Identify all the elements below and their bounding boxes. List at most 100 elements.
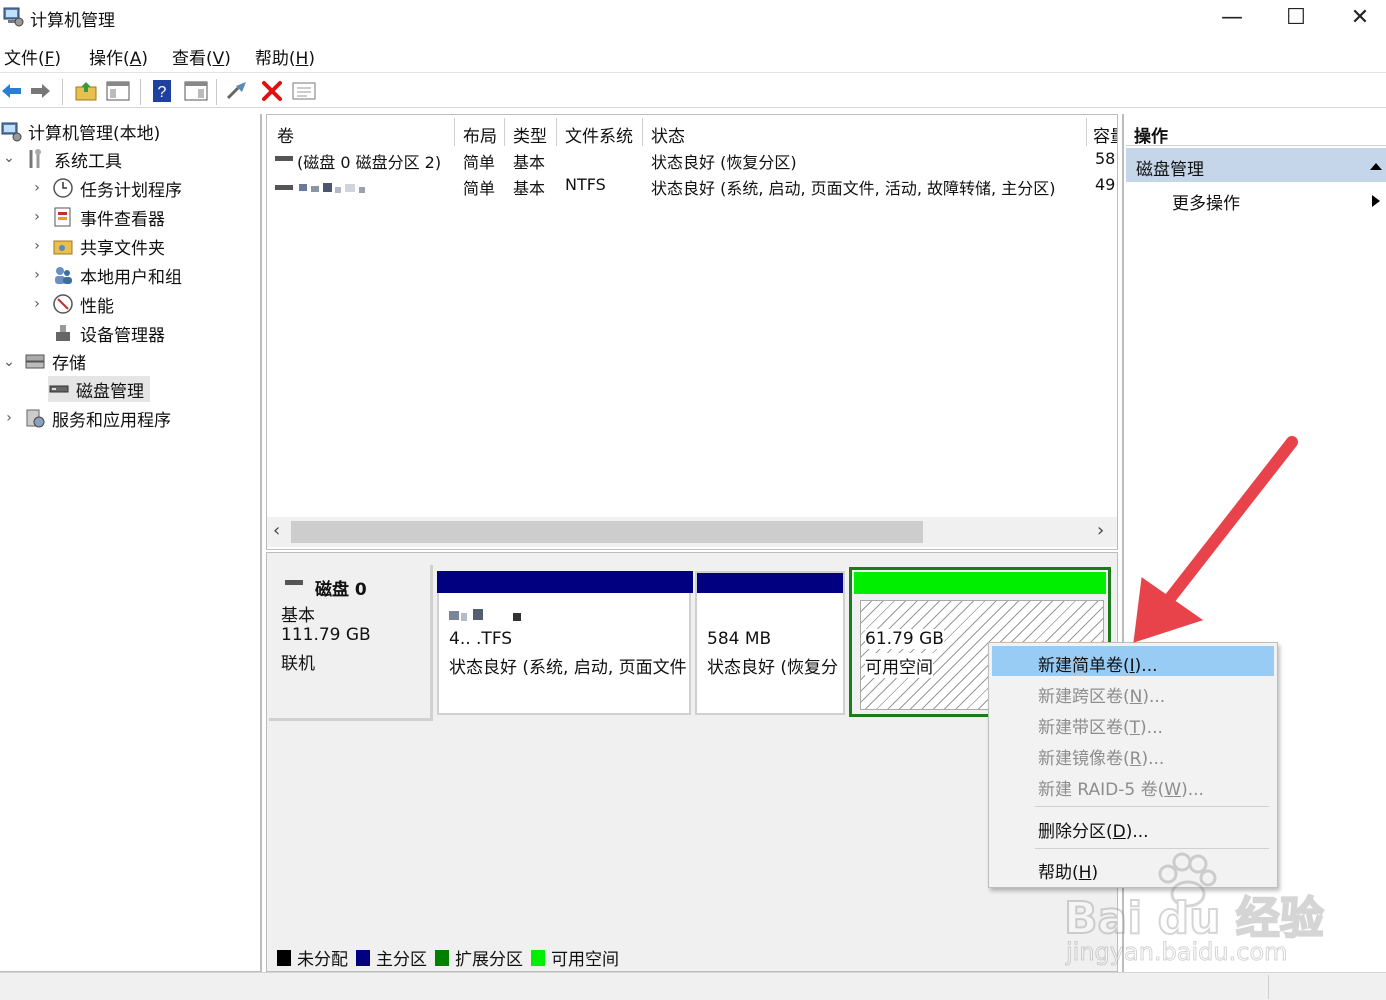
chevron-right-icon[interactable]: › (30, 238, 44, 254)
column-header-status[interactable]: 状态 (643, 118, 1087, 146)
tree-item-event-viewer[interactable]: 事件查看器 (52, 204, 165, 230)
menu-separator (1035, 848, 1269, 849)
volume-status: 状态良好 (系统, 启动, 页面文件, 活动, 故障转储, 主分区) (651, 179, 1056, 198)
tree-item-disk-management[interactable]: 磁盘管理 (48, 376, 150, 402)
tree-label: 本地用户和组 (80, 267, 182, 288)
device-manager-icon (56, 325, 70, 341)
tree-label: 设备管理器 (80, 325, 165, 346)
volume-layout: 简单 (463, 153, 496, 172)
chevron-right-icon[interactable]: › (30, 296, 44, 312)
minimize-icon: — (1221, 4, 1243, 30)
legend-swatch-primary (356, 949, 370, 966)
minimize-button[interactable]: — (1202, 0, 1262, 34)
actions-header: 操作 (1126, 118, 1386, 147)
scroll-right-icon[interactable]: › (1097, 520, 1104, 541)
horizontal-scrollbar[interactable]: ‹ › (267, 517, 1117, 547)
legend-label: 主分区 (376, 950, 427, 970)
blurred-partition-label (449, 609, 521, 621)
partition-status: 状态良好 (恢复分 (707, 658, 839, 678)
collapse-up-icon[interactable] (1370, 162, 1382, 170)
column-header-capacity[interactable]: 容量 (1087, 118, 1117, 146)
disk-icon (285, 580, 303, 585)
menu-bar: 文件(F) 操作(A) 查看(V) 帮助(H) (0, 40, 1386, 70)
shared-folder-icon (53, 240, 73, 255)
volume-status: 状态良好 (恢复分区) (651, 153, 797, 172)
close-button[interactable]: ✕ (1330, 0, 1386, 34)
menu-help[interactable]: 帮助(H) (251, 40, 327, 70)
window-title: 计算机管理 (30, 11, 115, 31)
menu-item-help[interactable]: 帮助(H) (992, 853, 1274, 883)
tree-label: 共享文件夹 (80, 238, 165, 259)
volume-layout: 简单 (463, 179, 496, 198)
volume-drive-icon (275, 156, 293, 161)
scrollbar-thumb[interactable] (291, 521, 923, 543)
tree-item-device-manager[interactable]: 设备管理器 (52, 320, 165, 346)
list-icon[interactable] (292, 79, 316, 103)
chevron-right-icon[interactable]: › (30, 267, 44, 283)
tree-label: 性能 (80, 296, 114, 317)
column-header-volume[interactable]: 卷 (269, 118, 455, 146)
menu-item-new-spanned-volume[interactable]: 新建跨区卷(N)... (992, 677, 1274, 707)
chevron-down-icon[interactable]: ⌄ (2, 150, 16, 166)
connect-icon[interactable] (226, 79, 250, 103)
volume-capacity: 49 (1095, 175, 1116, 194)
chevron-right-icon[interactable]: › (30, 209, 44, 225)
chevron-down-icon[interactable]: ⌄ (2, 354, 16, 370)
menu-item-new-mirrored-volume[interactable]: 新建镜像卷(R)... (992, 739, 1274, 769)
menu-action[interactable]: 操作(A) (85, 40, 160, 70)
menu-item-new-striped-volume[interactable]: 新建带区卷(T)... (992, 708, 1274, 738)
scroll-left-icon[interactable]: ‹ (273, 520, 280, 541)
tree-item-task-scheduler[interactable]: 任务计划程序 (52, 175, 182, 201)
actions-section-disk-management[interactable]: 磁盘管理 (1126, 148, 1386, 182)
delete-icon[interactable] (260, 79, 284, 103)
tree-item-local-users[interactable]: 本地用户和组 (52, 262, 182, 288)
tree-item-shared-folders[interactable]: 共享文件夹 (52, 233, 165, 259)
menu-item-delete-partition[interactable]: 删除分区(D)... (992, 812, 1274, 842)
chevron-right-icon[interactable]: › (2, 410, 16, 426)
disk-kind: 基本 (281, 606, 315, 626)
legend-label: 未分配 (297, 950, 348, 970)
tree-item-storage[interactable]: 存储 (24, 348, 86, 374)
toolbar-separator (62, 79, 63, 105)
disk-name: 磁盘 0 (315, 580, 367, 600)
menu-file[interactable]: 文件(F) (0, 40, 73, 70)
volume-name: (磁盘 0 磁盘分区 2) (297, 153, 442, 172)
menu-view[interactable]: 查看(V) (168, 40, 243, 70)
tree-item-performance[interactable]: 性能 (52, 291, 114, 317)
disk-size: 111.79 GB (281, 625, 371, 645)
clock-icon (53, 178, 73, 198)
menu-separator (1035, 806, 1269, 807)
disk-info-panel[interactable]: 磁盘 0 基本 111.79 GB 联机 (269, 565, 433, 721)
up-folder-icon[interactable] (74, 79, 98, 103)
toolbar-separator (216, 79, 217, 105)
partition-recovery[interactable]: 584 MB 状态良好 (恢复分 (695, 571, 845, 715)
help-icon[interactable]: ? (150, 79, 174, 103)
chevron-right-icon[interactable]: › (30, 180, 44, 196)
partition-system[interactable]: 4.. .TFS 状态良好 (系统, 启动, 页面文件 (437, 571, 693, 715)
action-more-actions[interactable]: 更多操作 (1126, 186, 1386, 216)
context-menu: 新建简单卷(I)... 新建跨区卷(N)... 新建带区卷(T)... 新建镜像… (988, 642, 1278, 888)
show-hide-tree-icon[interactable] (106, 79, 130, 103)
storage-icon (25, 354, 45, 369)
partition-header-bar (697, 573, 843, 593)
volume-capacity: 58 (1095, 149, 1116, 168)
maximize-button[interactable]: ☐ (1266, 0, 1326, 34)
column-header-filesystem[interactable]: 文件系统 (557, 118, 643, 146)
status-bar (0, 972, 1386, 1000)
title-bar: 计算机管理 — ☐ ✕ (0, 0, 1386, 36)
svg-text:?: ? (158, 84, 167, 101)
tree-item-services-apps[interactable]: 服务和应用程序 (24, 405, 171, 431)
tree-item-root[interactable]: 计算机管理(本地) (0, 118, 160, 144)
column-header-layout[interactable]: 布局 (455, 118, 505, 146)
toolbar-separator (140, 79, 141, 105)
forward-arrow-icon[interactable] (28, 79, 52, 103)
back-arrow-icon[interactable] (0, 79, 24, 103)
menu-item-new-raid5-volume[interactable]: 新建 RAID-5 卷(W)... (992, 770, 1274, 800)
tree-item-system-tools[interactable]: 系统工具 (26, 146, 122, 172)
performance-icon (53, 294, 73, 314)
action-label: 更多操作 (1172, 194, 1240, 214)
column-header-type[interactable]: 类型 (505, 118, 557, 146)
partition-status: 可用空间 (865, 653, 933, 678)
partition-size: 4.. .TFS (449, 629, 513, 649)
properties-icon[interactable] (184, 79, 208, 103)
